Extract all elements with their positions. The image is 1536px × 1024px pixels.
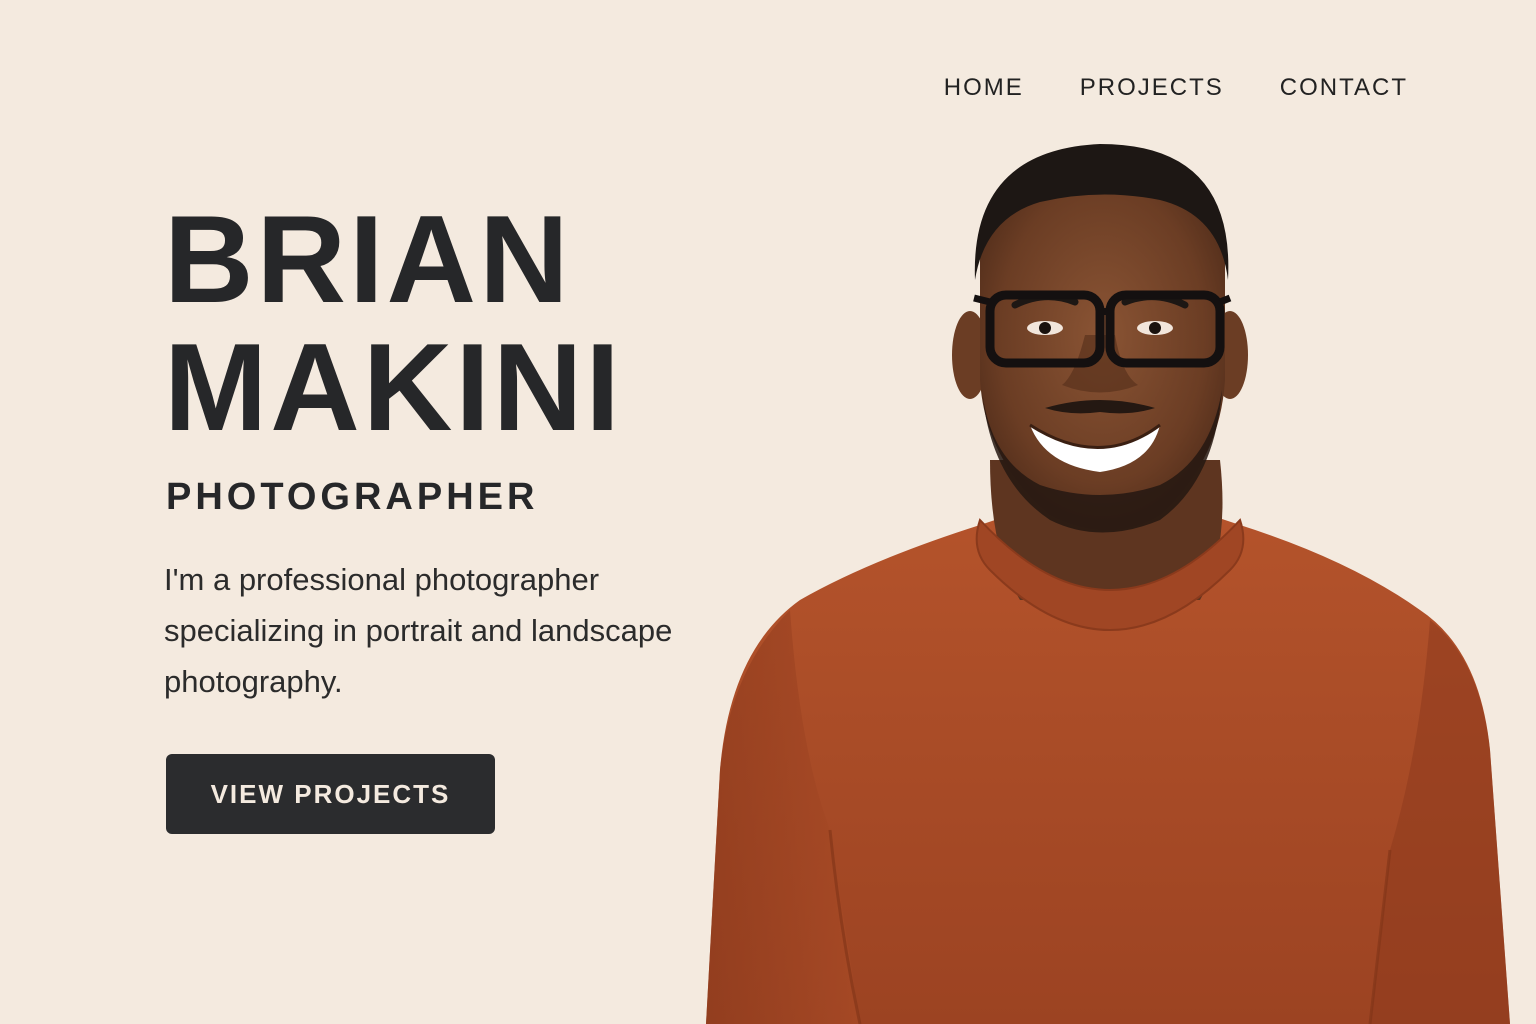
- hero-last-name: MAKINI: [164, 319, 623, 457]
- page: HOME PROJECTS CONTACT BRIAN MAKINI PHOTO…: [0, 0, 1536, 1024]
- hero-name: BRIAN MAKINI: [164, 196, 623, 452]
- hero-first-name: BRIAN: [164, 191, 572, 329]
- view-projects-button[interactable]: VIEW PROJECTS: [166, 754, 495, 834]
- portrait-photo: [690, 130, 1536, 1024]
- top-nav: HOME PROJECTS CONTACT: [944, 74, 1408, 102]
- hero-description: I'm a professional photographer speciali…: [164, 562, 673, 699]
- hero-role: PHOTOGRAPHER: [166, 476, 539, 518]
- nav-projects-link[interactable]: PROJECTS: [1080, 74, 1224, 102]
- nav-contact-link[interactable]: CONTACT: [1280, 74, 1408, 102]
- nav-home-link[interactable]: HOME: [944, 74, 1024, 102]
